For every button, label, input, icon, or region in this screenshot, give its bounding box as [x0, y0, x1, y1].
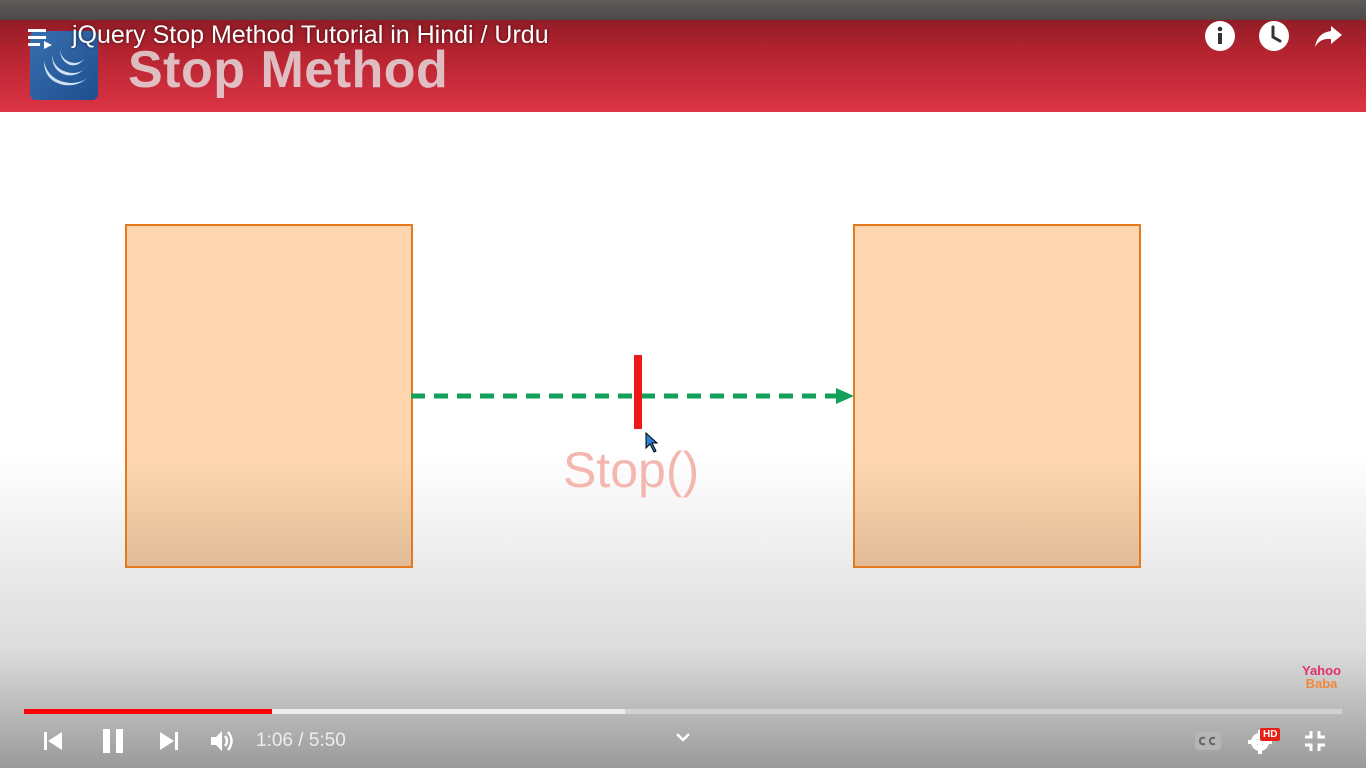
duration: 5:50 — [308, 730, 346, 751]
previous-icon[interactable] — [42, 730, 64, 757]
exit-fullscreen-icon[interactable] — [1303, 729, 1327, 758]
progress-played — [24, 709, 272, 714]
stop-label: Stop() — [563, 442, 700, 498]
motion-arrow-head — [836, 388, 854, 404]
video-player[interactable]: Stop Method jQuery Stop Method Tutorial … — [0, 0, 1366, 768]
chevron-down-icon[interactable] — [674, 730, 692, 748]
stop-marker — [634, 355, 642, 429]
captions-icon[interactable] — [1194, 730, 1222, 757]
current-time: 1:06 — [256, 730, 293, 751]
progress-bar[interactable] — [24, 709, 1342, 714]
hd-badge: HD — [1260, 728, 1281, 741]
time-separator: / — [292, 730, 309, 751]
volume-icon[interactable] — [209, 728, 235, 759]
channel-watermark[interactable]: Yahoo Baba — [1302, 664, 1341, 690]
slide-diagram — [411, 355, 854, 429]
pause-icon[interactable] — [101, 728, 125, 759]
time-display: 1:06 / 5:50 — [256, 730, 346, 752]
mouse-cursor-icon — [645, 431, 661, 459]
next-icon[interactable] — [158, 730, 180, 757]
watermark-line2: Baba — [1305, 676, 1338, 691]
player-controls: 1:06 / 5:50 HD — [0, 716, 1366, 768]
